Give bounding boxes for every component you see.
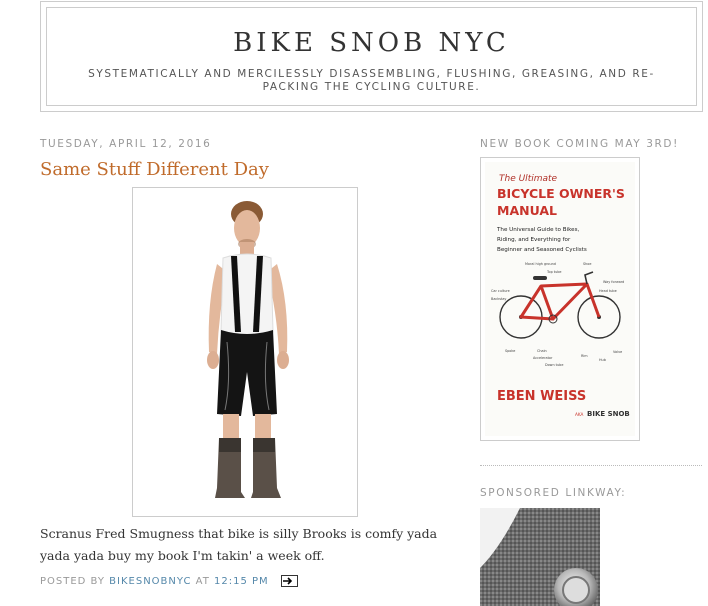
right-leg-shape	[255, 414, 271, 440]
posted-by-label: POSTED BY	[40, 576, 105, 587]
right-hand-shape	[277, 351, 289, 369]
book-author: EBEN WEISS	[497, 389, 586, 404]
man-in-bibshorts-photo	[207, 201, 289, 498]
header-outer-frame: BIKE SNOB NYC SYSTEMATICALLY AND MERCILE…	[40, 1, 703, 112]
label-accelerator: Accelerator	[533, 356, 553, 360]
sidebar: NEW BOOK COMING MAY 3RD! The Ultimate BI…	[480, 138, 702, 606]
author-link[interactable]: BIKESNOBNYC	[109, 576, 191, 587]
label-hub: Hub	[599, 358, 606, 362]
neck-shape	[240, 242, 254, 254]
main-column: TUESDAY, APRIL 12, 2016 Same Stuff Diffe…	[40, 138, 440, 587]
label-shoe: Shoe	[583, 262, 591, 266]
book-the-ultimate: The Ultimate	[499, 174, 558, 184]
sponsored-linkway-image[interactable]	[480, 508, 600, 606]
book-cover-link[interactable]: The Ultimate BICYCLE OWNER'S MANUAL The …	[480, 157, 640, 441]
label-moral-high-ground: Moral high ground	[525, 262, 556, 266]
book-title-line1: BICYCLE OWNER'S	[497, 186, 625, 201]
left-boot-cuff	[219, 438, 241, 452]
book-subtitle-line2: Riding, and Everything for	[497, 237, 571, 243]
label-chain: Chain	[537, 349, 547, 353]
book-subtitle-line1: The Universal Guide to Bikes,	[496, 227, 579, 233]
left-hand-shape	[207, 351, 219, 369]
label-way-forward: Way forward	[603, 280, 624, 284]
sidebar-divider	[480, 465, 702, 466]
at-label: AT	[195, 576, 210, 587]
book-aka-prefix: AKA	[575, 412, 584, 417]
left-leg-shape	[223, 414, 239, 440]
right-boot-cuff	[253, 438, 275, 452]
label-rim: Rim	[581, 354, 588, 358]
post-title[interactable]: Same Stuff Different Day	[40, 159, 440, 180]
book-heading: NEW BOOK COMING MAY 3RD!	[480, 138, 679, 150]
post-image[interactable]	[132, 187, 358, 517]
email-post-icon[interactable]	[280, 575, 298, 587]
header-inner-frame: BIKE SNOB NYC SYSTEMATICALLY AND MERCILE…	[46, 7, 697, 106]
post-body: Scranus Fred Smugness that bike is silly…	[40, 526, 438, 563]
fabric-grommet-photo	[480, 508, 600, 606]
label-head-tube: Head tube	[599, 289, 617, 293]
post-date: TUESDAY, APRIL 12, 2016	[40, 138, 212, 150]
post-footer: POSTED BY BIKESNOBNYC AT 12:15 PM	[40, 575, 298, 587]
blog-description: SYSTEMATICALLY AND MERCILESSLY DISASSEMB…	[88, 68, 655, 93]
blog-title[interactable]: BIKE SNOB NYC	[47, 28, 696, 58]
book-subtitle-line3: Beginner and Seasoned Cyclists	[497, 247, 587, 253]
label-top-tube: Top tube	[546, 270, 562, 274]
post-time-link[interactable]: 12:15 PM	[214, 576, 269, 587]
label-down-tube: Down tube	[545, 363, 563, 367]
undershirt-shape	[220, 253, 274, 337]
label-valve: Valve	[613, 350, 622, 354]
sponsored-heading: SPONSORED LINKWAY:	[480, 487, 627, 499]
label-spoke: Spoke	[505, 349, 515, 353]
book-cover-image: The Ultimate BICYCLE OWNER'S MANUAL The …	[485, 162, 635, 436]
label-backstay: Backstay	[491, 297, 506, 301]
book-aka-name: BIKE SNOB	[587, 410, 630, 418]
label-car-culture: Car culture	[491, 289, 510, 293]
book-title-line2: MANUAL	[497, 203, 557, 218]
